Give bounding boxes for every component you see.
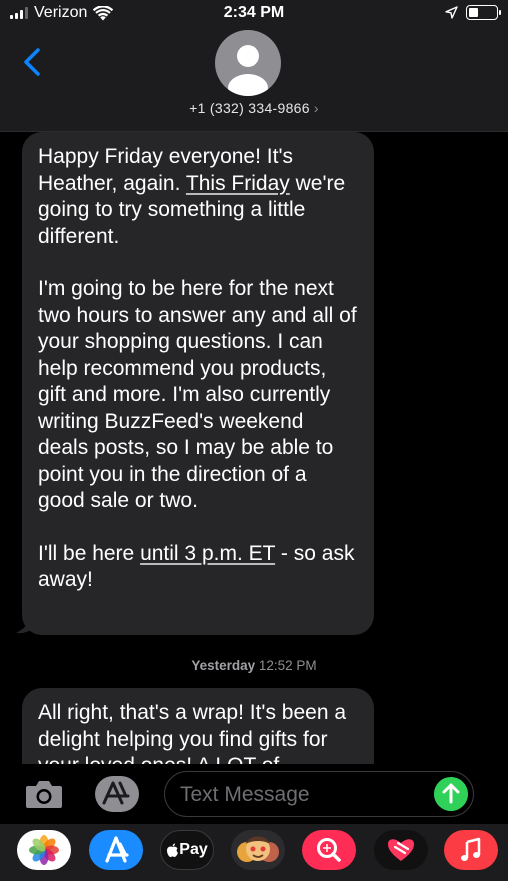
send-arrow-icon[interactable]: [434, 777, 468, 811]
apple-logo-icon: [167, 843, 179, 857]
imessage-app-drawer: Pay: [0, 824, 508, 881]
compose-bar: [0, 764, 508, 824]
detected-date-link[interactable]: until 3 p.m. ET: [140, 542, 275, 565]
conversation-header: +1 (332) 334-9866 ›: [0, 28, 508, 132]
chevron-right-icon: ›: [313, 100, 319, 116]
battery-icon: [466, 5, 501, 20]
location-arrow-icon: [445, 6, 458, 19]
message-text: I'm going to be here for the next two ho…: [38, 277, 357, 512]
contact-number: +1 (332) 334-9866: [189, 100, 310, 116]
apple-pay-label: Pay: [179, 841, 208, 858]
search-images-app-icon[interactable]: [302, 830, 356, 870]
memoji-app-icon[interactable]: [231, 830, 285, 870]
message-timestamp: Yesterday 12:52 PM: [0, 658, 508, 673]
app-store-app-icon[interactable]: [89, 830, 143, 870]
detected-date-link[interactable]: This Friday: [186, 172, 290, 195]
timestamp-time: 12:52 PM: [258, 658, 317, 673]
clock: 2:34 PM: [223, 4, 285, 21]
message-text-field[interactable]: [164, 771, 474, 817]
message-text: All right, that's a wrap! It's been a de…: [38, 701, 347, 764]
message-input[interactable]: [180, 780, 420, 810]
bubble-tail: [16, 615, 36, 634]
back-chevron-icon[interactable]: [18, 44, 48, 80]
apple-pay-app-icon[interactable]: Pay: [160, 830, 214, 870]
message-paragraph: All right, that's a wrap! It's been a de…: [38, 700, 358, 764]
message-bubble[interactable]: All right, that's a wrap! It's been a de…: [22, 688, 374, 764]
message-paragraph: I'm going to be here for the next two ho…: [38, 276, 358, 515]
timestamp-day: Yesterday: [191, 658, 256, 673]
person-silhouette-icon: [228, 45, 268, 96]
message-bubble[interactable]: Happy Friday everyone! It's Heather, aga…: [22, 132, 374, 635]
message-paragraph: I'll be here until 3 p.m. ET - so ask aw…: [38, 541, 358, 594]
message-thread[interactable]: Happy Friday everyone! It's Heather, aga…: [0, 132, 508, 764]
message-paragraph: Happy Friday everyone! It's Heather, aga…: [38, 144, 358, 250]
digital-touch-app-icon[interactable]: [374, 830, 428, 870]
message-text: I'll be here: [38, 541, 141, 565]
music-app-icon[interactable]: [444, 830, 498, 870]
photos-app-icon[interactable]: [17, 830, 71, 870]
app-store-drawer-icon[interactable]: [92, 774, 142, 814]
contact-name-button[interactable]: +1 (332) 334-9866 ›: [0, 100, 508, 116]
status-bar: Verizon 2:34 PM: [0, 0, 508, 28]
contact-avatar[interactable]: [215, 30, 281, 96]
camera-icon[interactable]: [24, 778, 64, 810]
